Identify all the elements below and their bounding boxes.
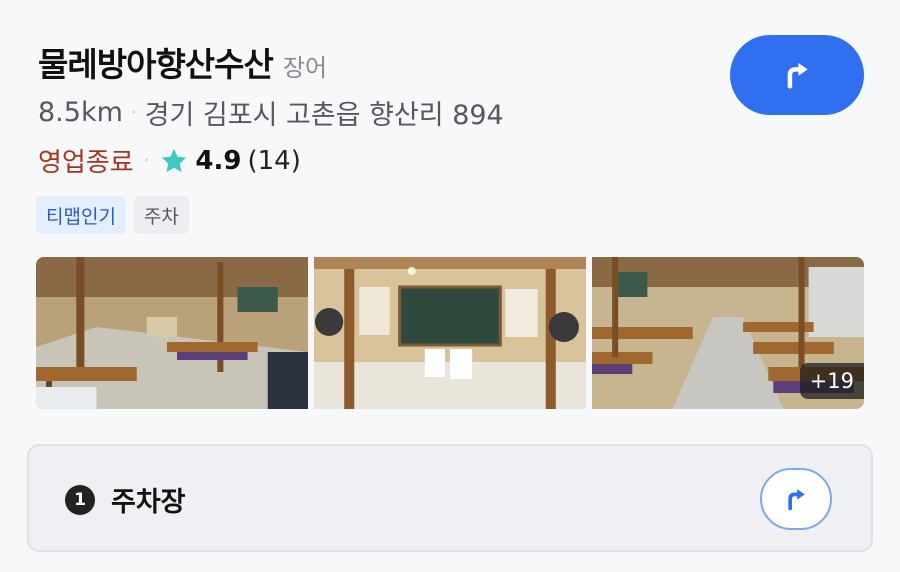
- parking-navigate-button[interactable]: [760, 468, 832, 530]
- restaurant-wall-menu-image: [314, 257, 586, 409]
- business-status: 영업종료: [38, 148, 134, 178]
- separator-dot: ·: [143, 150, 150, 171]
- parking-label: 주차장: [111, 487, 186, 518]
- photo-thumbnail[interactable]: +19: [592, 257, 864, 409]
- title-row: 물레방아향산수산 장어: [38, 38, 327, 86]
- tag-list: 티맵인기 주차: [36, 196, 189, 234]
- address: 경기 김포시 고촌읍 향산리 894: [144, 100, 504, 131]
- place-name[interactable]: 물레방아향산수산: [38, 38, 274, 86]
- parking-number-badge: 1: [65, 485, 95, 515]
- tag-parking: 주차: [133, 196, 189, 234]
- review-count[interactable]: (14): [247, 146, 300, 176]
- navigate-button[interactable]: [730, 35, 864, 115]
- rating-value: 4.9: [195, 145, 242, 176]
- parking-lot-item[interactable]: 1 주차장: [27, 444, 873, 552]
- restaurant-interior-image: [36, 257, 308, 409]
- distance: 8.5km: [38, 97, 123, 128]
- turn-right-arrow-icon: [788, 489, 805, 511]
- turn-right-arrow-icon: [787, 62, 808, 89]
- tag-tmap-popular: 티맵인기: [36, 196, 126, 234]
- photo-thumbnail[interactable]: [314, 257, 586, 409]
- separator-dot: ·: [130, 102, 137, 123]
- photo-strip: +19: [36, 257, 864, 409]
- photo-thumbnail[interactable]: [36, 257, 308, 409]
- address-row: 8.5km · 경기 김포시 고촌읍 향산리 894: [38, 93, 504, 132]
- place-category: 장어: [282, 54, 328, 82]
- more-photos-badge[interactable]: +19: [799, 363, 864, 399]
- status-row: 영업종료 · 4.9 (14): [38, 142, 301, 179]
- star-icon: [162, 148, 187, 172]
- place-card[interactable]: 물레방아향산수산 장어 8.5km · 경기 김포시 고촌읍 향산리 894 영…: [0, 0, 900, 572]
